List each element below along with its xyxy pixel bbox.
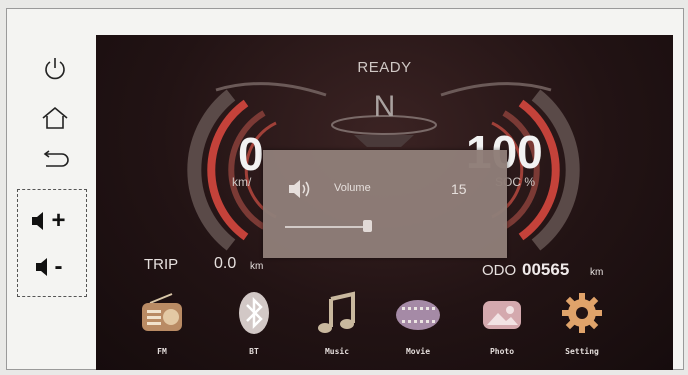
film-icon <box>396 300 440 330</box>
app-label-bt: BT <box>249 347 259 356</box>
app-bt[interactable]: BT <box>224 289 284 365</box>
bluetooth-icon <box>239 292 269 334</box>
volume-popup: Volume 15 <box>263 150 507 258</box>
gear-indicator: N <box>373 90 396 123</box>
odo-unit: km <box>590 267 604 278</box>
volume-slider-handle[interactable] <box>363 220 372 232</box>
volume-down-symbol: - <box>54 253 63 280</box>
home-button[interactable] <box>35 101 75 135</box>
app-fm[interactable]: FM <box>132 289 192 365</box>
gear-icon <box>562 293 602 333</box>
app-music[interactable]: Music <box>307 289 367 365</box>
app-label-fm: FM <box>157 347 167 356</box>
odo-label: ODO <box>482 262 517 279</box>
odo-value: 00565 <box>522 260 570 279</box>
ready-status: READY <box>357 59 412 76</box>
dashboard-screen: READY N 0 km/ 100 SOC % Volume 15 TRIP 0… <box>96 35 673 370</box>
app-setting[interactable]: Setting <box>552 289 612 365</box>
app-label-movie: Movie <box>405 347 431 356</box>
volume-up-icon <box>32 212 44 230</box>
home-icon <box>42 106 68 129</box>
volume-value: 15 <box>451 181 467 197</box>
trip-value: 0.0 <box>214 255 237 272</box>
device-bezel: + - READY N 0 km/ SOC % Volume 15 TRIP 0… <box>6 8 684 370</box>
speed-value: 0 <box>238 128 264 180</box>
radio-icon <box>142 293 182 331</box>
app-movie[interactable]: Movie <box>388 289 448 365</box>
app-label-photo: Photo <box>489 347 515 356</box>
speaker-icon <box>289 180 310 198</box>
volume-down-icon <box>35 258 47 276</box>
trip-unit: km <box>250 261 264 272</box>
speed-unit: km/ <box>232 175 252 189</box>
photo-icon <box>483 301 521 329</box>
volume-label: Volume <box>334 182 371 194</box>
app-label-setting: Setting <box>565 347 599 356</box>
trip-label: TRIP <box>144 256 179 273</box>
app-photo[interactable]: Photo <box>472 289 532 365</box>
power-icon <box>45 58 65 80</box>
side-button-panel: + - <box>7 9 91 371</box>
back-button[interactable] <box>35 143 75 177</box>
volume-up-symbol: + <box>51 207 66 234</box>
music-note-icon <box>318 291 355 333</box>
volume-slider-fill[interactable] <box>285 226 365 228</box>
power-button[interactable] <box>35 51 75 85</box>
volume-down-button[interactable]: - <box>25 249 71 285</box>
app-label-music: Music <box>324 347 350 356</box>
volume-up-button[interactable]: + <box>25 203 71 239</box>
back-icon <box>43 150 69 167</box>
